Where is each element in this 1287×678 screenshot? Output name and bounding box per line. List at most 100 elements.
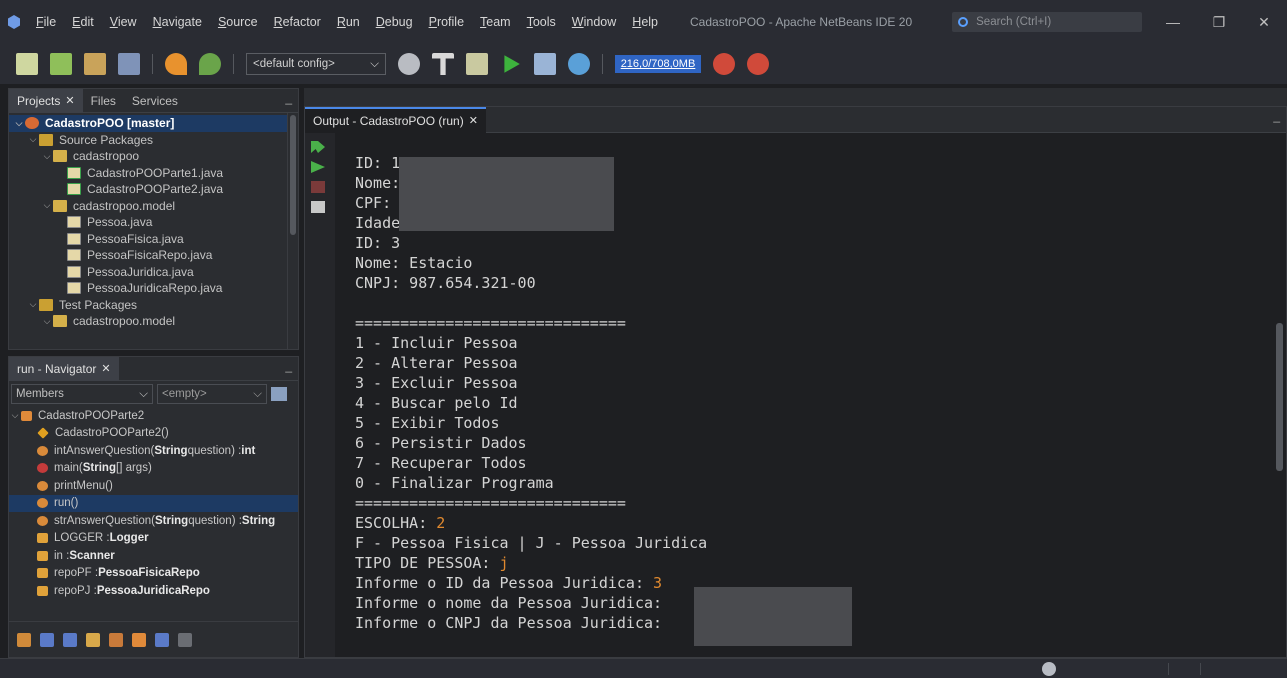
main-icon (37, 463, 48, 474)
show-static-icon[interactable] (63, 632, 77, 647)
tree-item[interactable]: ⌵ cadastropoo.model (9, 313, 298, 330)
minimize-button[interactable]: — (1150, 0, 1196, 44)
minimize-panel-button[interactable]: _ (1273, 109, 1280, 123)
tab-navigator[interactable]: run - Navigator ✕ (9, 357, 119, 381)
clean-build-icon[interactable] (466, 53, 488, 75)
sort-icon[interactable] (17, 632, 31, 647)
tree-item[interactable]: ⌵ cadastropoo (9, 148, 298, 165)
navigator-member[interactable]: printMenu() (9, 477, 298, 495)
navigator-member[interactable]: repoPF : PessoaFisicaRepo (9, 565, 298, 583)
redo-icon[interactable] (199, 53, 221, 75)
chevron-down-icon[interactable]: ⌵ (41, 316, 53, 327)
stop-icon[interactable] (311, 181, 325, 193)
menu-source[interactable]: Source (210, 15, 266, 29)
show-inner-classes-icon[interactable] (132, 632, 146, 647)
profile-icon[interactable] (568, 53, 590, 75)
projects-scrollbar[interactable] (287, 113, 298, 349)
menu-debug[interactable]: Debug (368, 15, 421, 29)
tree-item[interactable]: Pessoa.java (9, 214, 298, 231)
tree-item[interactable]: CadastroPOOParte1.java (9, 165, 298, 182)
navigator-member[interactable]: LOGGER : Logger (9, 530, 298, 548)
debug-icon[interactable] (534, 53, 556, 75)
navigator-member[interactable]: CadastroPOOParte2() (9, 425, 298, 443)
navigator-member[interactable]: run() (9, 494, 298, 512)
new-project-icon[interactable] (50, 53, 72, 75)
navigator-class-row[interactable]: ⌵ CadastroPOOParte2 (9, 407, 298, 425)
undo-icon[interactable] (165, 53, 187, 75)
menu-tools[interactable]: Tools (519, 15, 564, 29)
new-file-icon[interactable] (16, 53, 38, 75)
open-project-icon[interactable] (84, 53, 106, 75)
show-fields-icon[interactable] (40, 632, 54, 647)
close-icon[interactable]: ✕ (65, 94, 74, 107)
minimize-panel-button[interactable]: _ (285, 91, 292, 105)
method-icon (37, 498, 48, 509)
sort-source-icon[interactable] (178, 632, 192, 647)
tree-item[interactable]: PessoaFisica.java (9, 231, 298, 248)
menu-edit[interactable]: Edit (64, 15, 102, 29)
close-icon[interactable]: ✕ (469, 114, 478, 127)
tab-output-run[interactable]: Output - CadastroPOO (run) ✕ (305, 106, 486, 133)
tree-item[interactable]: ⌵ Test Packages (9, 297, 298, 314)
minimize-panel-button[interactable]: _ (285, 359, 292, 373)
tab-services[interactable]: Services (124, 89, 186, 113)
menu-navigate[interactable]: Navigate (145, 15, 210, 29)
maximize-button[interactable]: ❐ (1196, 0, 1242, 44)
member-text: String (241, 514, 276, 527)
show-inherited-icon[interactable] (109, 632, 123, 647)
chevron-down-icon[interactable]: ⌵ (27, 134, 39, 145)
tree-item-label: CadastroPOOParte2.java (87, 182, 224, 197)
tab-projects[interactable]: Projects ✕ (9, 89, 83, 113)
gc-alt-icon[interactable] (747, 53, 769, 75)
chevron-down-icon[interactable]: ⌵ (13, 118, 25, 129)
rerun-with-args-icon[interactable] (311, 161, 325, 173)
memory-indicator[interactable]: 216,0/708,0MB (615, 55, 701, 73)
tree-item[interactable]: PessoaJuridicaRepo.java (9, 280, 298, 297)
close-window-button[interactable]: ✕ (1241, 0, 1287, 44)
chevron-down-icon[interactable]: ⌵ (41, 151, 53, 162)
browser-icon[interactable] (398, 53, 420, 75)
menu-help[interactable]: Help (624, 15, 666, 29)
chevron-down-icon[interactable]: ⌵ (27, 299, 39, 310)
menu-view[interactable]: View (102, 15, 145, 29)
scrollbar-thumb[interactable] (290, 115, 296, 235)
settings-icon[interactable] (311, 201, 325, 213)
show-private-icon[interactable] (86, 632, 100, 647)
tree-item[interactable]: ⌵ Source Packages (9, 132, 298, 149)
menu-profile[interactable]: Profile (421, 15, 472, 29)
menu-refactor[interactable]: Refactor (266, 15, 329, 29)
tree-item[interactable]: PessoaJuridica.java (9, 264, 298, 281)
console-line: ============================== (355, 493, 707, 513)
build-hammer-icon[interactable] (432, 53, 454, 75)
navigator-member[interactable]: repoPJ : PessoaJuridicaRepo (9, 582, 298, 600)
sort-name-icon[interactable] (155, 632, 169, 647)
hierarchy-icon[interactable] (271, 387, 287, 401)
close-icon[interactable]: ✕ (101, 362, 110, 375)
menu-file[interactable]: File (28, 15, 64, 29)
rerun-icon[interactable] (311, 141, 325, 153)
chevron-down-icon[interactable]: ⌵ (41, 200, 53, 211)
tree-item-label: cadastropoo.model (73, 198, 176, 213)
search-input[interactable]: Search (Ctrl+I) (952, 12, 1143, 32)
menu-run[interactable]: Run (329, 15, 368, 29)
tree-item[interactable]: ⌵ CadastroPOO [master] (9, 115, 298, 132)
tree-item[interactable]: CadastroPOOParte2.java (9, 181, 298, 198)
navigator-member[interactable]: intAnswerQuestion(String question) : int (9, 442, 298, 460)
navigator-member[interactable]: strAnswerQuestion(String question) : Str… (9, 512, 298, 530)
output-scrollbar[interactable] (1274, 133, 1286, 657)
save-all-icon[interactable] (118, 53, 140, 75)
tree-item[interactable]: ⌵ cadastropoo.model (9, 198, 298, 215)
menu-window[interactable]: Window (564, 15, 624, 29)
notifications-icon[interactable] (1042, 662, 1056, 676)
navigator-member[interactable]: in : Scanner (9, 547, 298, 565)
navigator-member[interactable]: main(String[] args) (9, 460, 298, 478)
members-dropdown[interactable]: Members ⌵ (11, 384, 153, 404)
menu-team[interactable]: Team (472, 15, 519, 29)
config-dropdown[interactable]: <default config> ⌵ (246, 53, 386, 75)
scrollbar-thumb[interactable] (1276, 323, 1283, 471)
run-icon[interactable] (504, 55, 520, 73)
filter-dropdown[interactable]: <empty> ⌵ (157, 384, 267, 404)
tree-item[interactable]: PessoaFisicaRepo.java (9, 247, 298, 264)
tab-files[interactable]: Files (83, 89, 124, 113)
gc-icon[interactable] (713, 53, 735, 75)
